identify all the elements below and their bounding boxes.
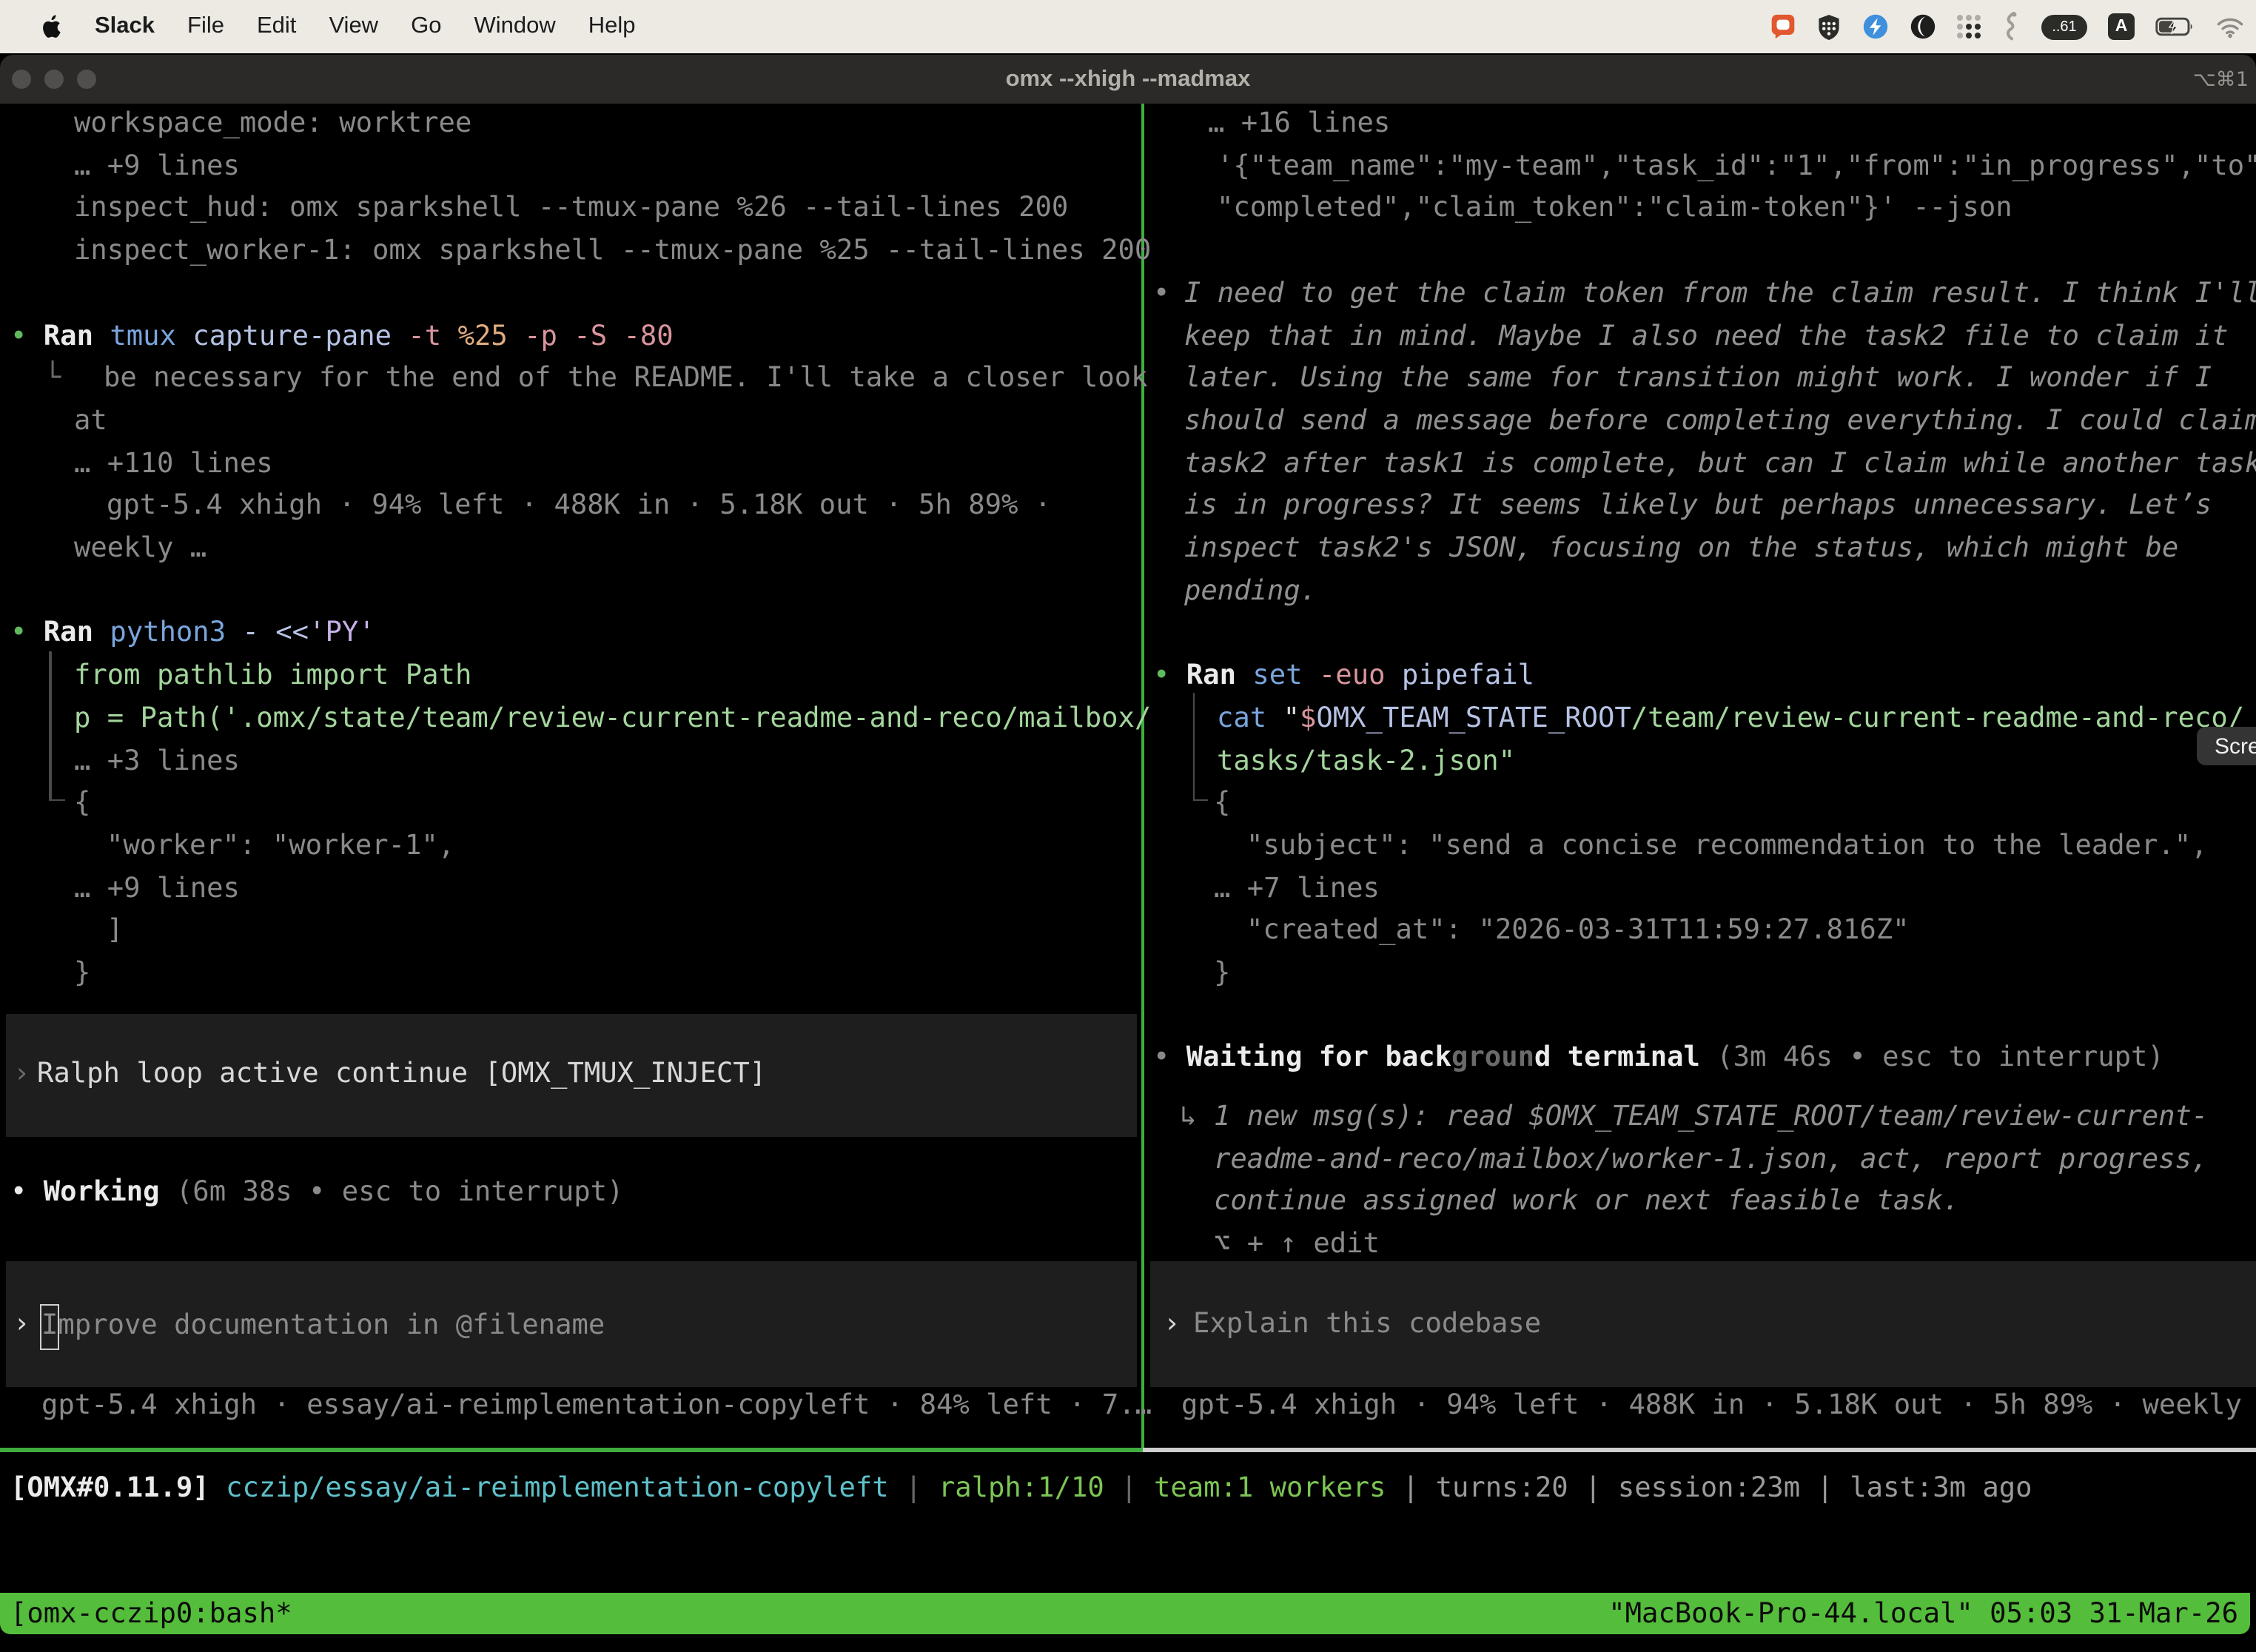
menu-help[interactable]: Help bbox=[588, 13, 636, 40]
terminal-line: "created_at": "2026-03-31T11:59:27.816Z" bbox=[1246, 911, 1910, 953]
prompt-icon: › bbox=[1164, 1304, 1180, 1346]
bullet-icon: • bbox=[10, 320, 27, 352]
bullet-icon: • bbox=[1153, 660, 1169, 691]
terminal-content: workspace_mode: worktree … +9 lines insp… bbox=[0, 104, 2256, 1652]
terminal-line: "subject": "send a concise recommendatio… bbox=[1246, 826, 2208, 868]
terminal-line: } bbox=[1214, 953, 1230, 995]
window-title: omx --xhigh --madmax bbox=[0, 55, 2256, 104]
cat-command-line: cat "$OMX_TEAM_STATE_ROOT/team/review-cu… bbox=[1217, 699, 2244, 741]
battery-charging-icon[interactable] bbox=[2155, 16, 2195, 37]
dragon-icon[interactable] bbox=[2001, 12, 2021, 41]
menu-view[interactable]: View bbox=[329, 13, 378, 40]
right-input-placeholder[interactable]: Explain this codebase bbox=[1193, 1304, 1541, 1346]
terminal-line: … +9 lines bbox=[74, 146, 240, 188]
mailbox-msg-line: continue assigned work or next feasible … bbox=[1214, 1182, 1960, 1224]
apple-menu-icon[interactable] bbox=[40, 13, 62, 40]
left-input-placeholder[interactable]: Improve documentation in @filename bbox=[41, 1304, 605, 1346]
terminal-line: … +3 lines bbox=[74, 741, 240, 783]
thinking-line: is in progress? It seems likely but perh… bbox=[1184, 486, 2212, 528]
screen: Slack File Edit View Go Window Help bbox=[0, 0, 2256, 1652]
terminal-line: … +7 lines bbox=[1214, 868, 1380, 910]
terminal-line: ] bbox=[107, 911, 123, 953]
mailbox-msg-line: readme-and-reco/mailbox/worker-1.json, a… bbox=[1214, 1139, 2208, 1181]
thinking-line: inspect task2's JSON, focusing on the st… bbox=[1184, 528, 2178, 571]
screen-share-overlay-button[interactable]: Scre bbox=[2197, 727, 2256, 765]
bolt-circle-icon[interactable] bbox=[1862, 13, 1889, 40]
msg-arrow-icon: ↳ bbox=[1180, 1097, 1196, 1139]
indent-guide bbox=[49, 651, 51, 801]
thinking-line: pending. bbox=[1184, 571, 1317, 613]
keyboard-layout-icon[interactable]: A bbox=[2108, 13, 2135, 40]
tree-corner-icon: └ bbox=[44, 358, 61, 400]
tmux-status-bar: [omx-cczip0:bash* "MacBook-Pro-44.local"… bbox=[0, 1593, 2250, 1634]
pane-divider[interactable] bbox=[1141, 104, 1144, 1448]
code-line: from pathlib import Path bbox=[74, 656, 471, 698]
terminal-line: { bbox=[1214, 783, 1230, 825]
tmux-host-clock: "MacBook-Pro-44.local" 05:03 31-Mar-26 bbox=[1608, 1598, 2250, 1629]
shield-grid-icon[interactable] bbox=[1816, 13, 1842, 41]
terminal-line: … +110 lines bbox=[74, 443, 273, 486]
edit-hint: ⌥ + ↑ edit bbox=[1214, 1224, 1380, 1266]
prompt-icon: › bbox=[13, 1304, 30, 1346]
menu-go[interactable]: Go bbox=[411, 13, 441, 40]
right-pane-border bbox=[1143, 1448, 2256, 1451]
terminal-line: at bbox=[74, 401, 107, 443]
right-status-line: gpt-5.4 xhigh · 94% left · 488K in · 5.1… bbox=[1181, 1386, 2256, 1428]
menu-app-name[interactable]: Slack bbox=[95, 13, 155, 40]
terminal-line: "completed","claim_token":"claim-token"}… bbox=[1217, 189, 2012, 231]
thinking-line: later. Using the same for transition mig… bbox=[1184, 358, 2212, 400]
mailbox-msg-line: 1 new msg(s): read $OMX_TEAM_STATE_ROOT/… bbox=[1214, 1097, 2208, 1139]
ralph-loop-text: Ralph loop active continue [OMX_TMUX_INJ… bbox=[37, 1054, 766, 1096]
cat-command-line: tasks/task-2.json" bbox=[1217, 741, 1515, 783]
menu-edit[interactable]: Edit bbox=[257, 13, 296, 40]
thinking-line: task2 after task1 is complete, but can I… bbox=[1184, 443, 2256, 486]
code-line: p = Path('.omx/state/team/review-current… bbox=[74, 699, 1151, 741]
bullet-icon: • bbox=[10, 618, 27, 649]
terminal-line: inspect_hud: omx sparkshell --tmux-pane … bbox=[74, 189, 1068, 231]
bullet-icon: • bbox=[1153, 1043, 1169, 1074]
indent-guide bbox=[1192, 799, 1207, 801]
terminal-line: … +16 lines bbox=[1208, 104, 1390, 146]
indent-guide bbox=[1192, 693, 1195, 801]
terminal-line: … +9 lines bbox=[74, 868, 240, 910]
terminal-line: { bbox=[74, 783, 90, 825]
ran-tmux-command: • Ran tmux capture-pane -t %25 -p -S -80 bbox=[10, 316, 674, 358]
ran-python-command: • Ran python3 - <<'PY' bbox=[10, 614, 375, 656]
ran-set-command: • Ran set -euo pipefail bbox=[1153, 656, 1534, 698]
terminal-line: be necessary for the end of the README. … bbox=[104, 358, 1148, 400]
working-status: • Working (6m 38s • esc to interrupt) bbox=[10, 1172, 623, 1215]
thinking-line: should send a message before completing … bbox=[1184, 401, 2256, 443]
bullet-icon: • bbox=[10, 1177, 27, 1208]
terminal-line: workspace_mode: worktree bbox=[74, 104, 471, 146]
terminal-line: inspect_worker-1: omx sparkshell --tmux-… bbox=[74, 231, 1151, 273]
omx-status-line: [OMX#0.11.9] cczip/essay/ai-reimplementa… bbox=[10, 1468, 2032, 1511]
prompt-icon: › bbox=[13, 1054, 30, 1096]
dots-grid-icon[interactable] bbox=[1957, 15, 1981, 38]
text-cursor: I bbox=[40, 1304, 59, 1349]
indent-guide bbox=[49, 799, 65, 801]
window-title-bar: omx --xhigh --madmax ⌥⌘1 bbox=[0, 55, 2256, 104]
crescent-circle-icon[interactable] bbox=[1910, 13, 1936, 40]
bullet-icon: • bbox=[1153, 274, 1169, 316]
menu-file[interactable]: File bbox=[187, 13, 224, 40]
terminal-line: } bbox=[74, 953, 90, 995]
terminal-line: gpt-5.4 xhigh · 94% left · 488K in · 5.1… bbox=[107, 486, 1051, 528]
terminal-line: '{"team_name":"my-team","task_id":"1","f… bbox=[1217, 146, 2256, 188]
chat-app-icon[interactable] bbox=[1770, 13, 1796, 40]
window-shortcut: ⌥⌘1 bbox=[2193, 55, 2249, 104]
thinking-line: I need to get the claim token from the c… bbox=[1184, 274, 2256, 316]
menu-bar: Slack File Edit View Go Window Help bbox=[0, 0, 2256, 53]
thinking-line: keep that in mind. Maybe I also need the… bbox=[1184, 316, 2229, 358]
battery-badge-icon[interactable]: ..61 bbox=[2041, 14, 2087, 39]
tmux-session-name[interactable]: [omx-cczip0:bash* bbox=[0, 1598, 292, 1629]
wifi-icon[interactable] bbox=[2216, 16, 2244, 38]
left-status-line: gpt-5.4 xhigh · essay/ai-reimplementatio… bbox=[41, 1386, 1152, 1428]
waiting-status: • Waiting for background terminal (3m 46… bbox=[1153, 1038, 2164, 1081]
terminal-line: weekly … bbox=[74, 528, 207, 571]
terminal-line: "worker": "worker-1", bbox=[107, 826, 454, 868]
menu-window[interactable]: Window bbox=[474, 13, 555, 40]
left-pane-border bbox=[0, 1448, 1143, 1451]
